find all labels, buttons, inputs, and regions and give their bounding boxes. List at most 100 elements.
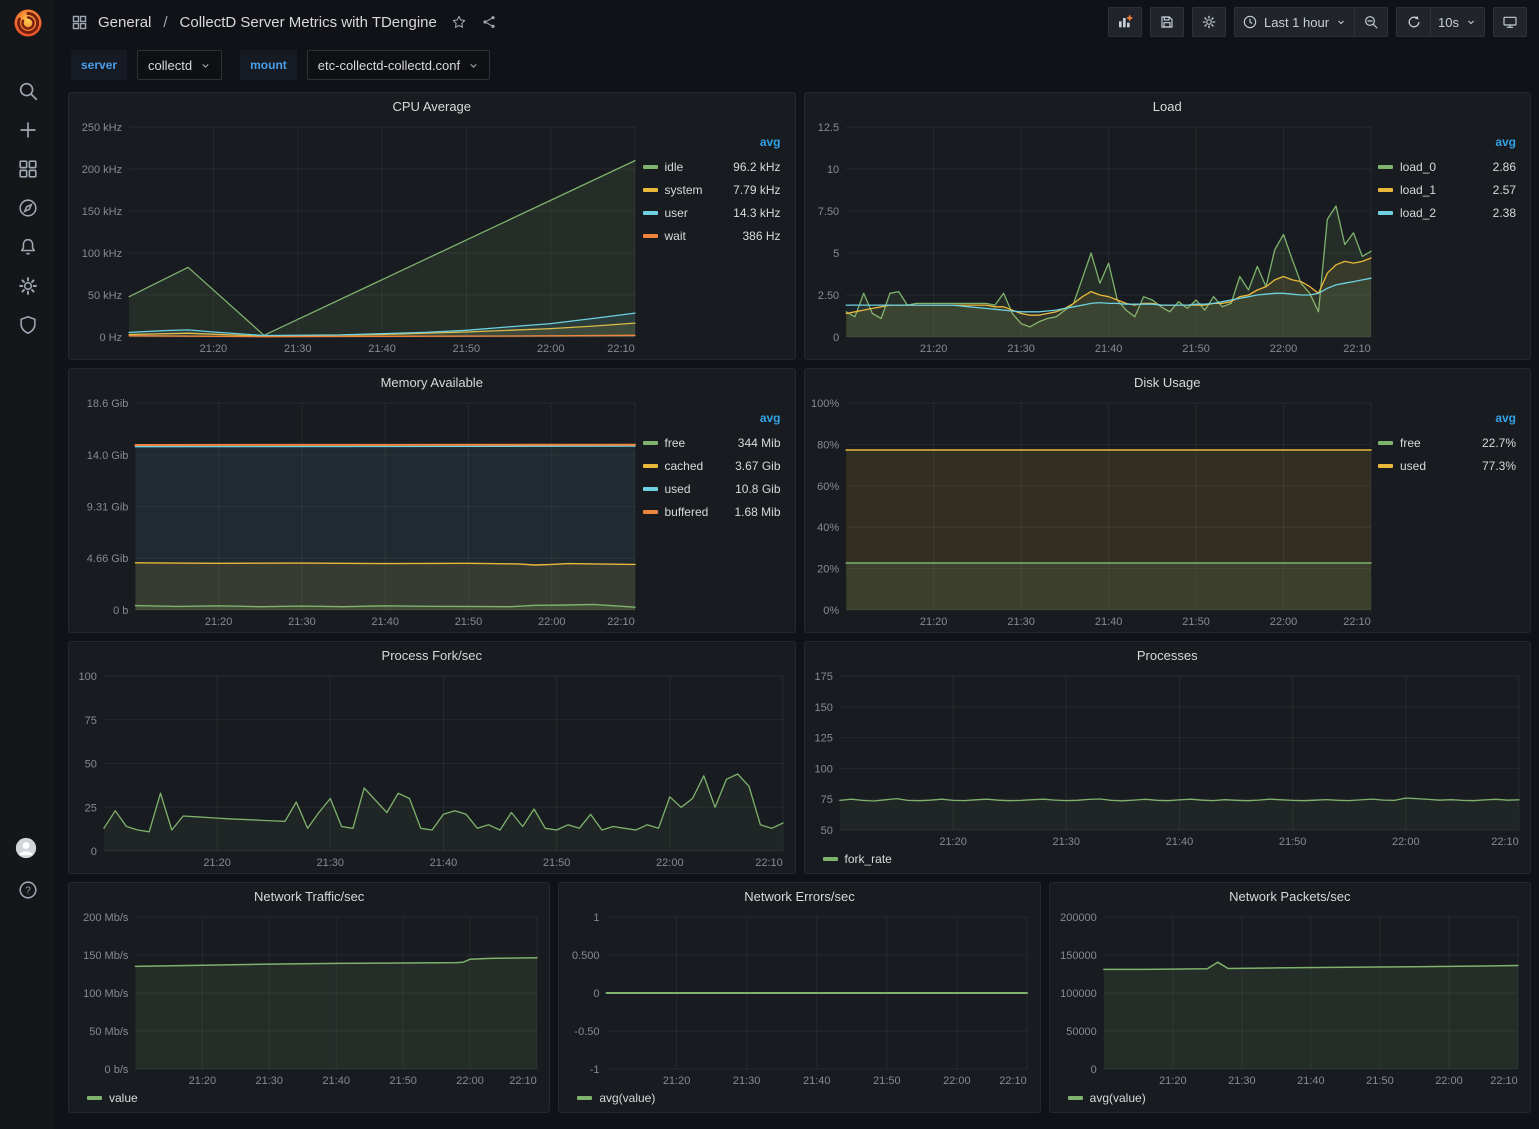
refresh-interval-picker[interactable]: 10s <box>1430 7 1485 37</box>
legend-item[interactable]: free22.7% <box>1378 431 1516 454</box>
panel-legend: avg idle96.2 kHzsystem7.79 kHzuser14.3 kH… <box>643 119 791 357</box>
chart-process-fork[interactable]: 025507510021:2021:3021:4021:5022:0022:10 <box>73 668 791 871</box>
alerting-bell-icon[interactable] <box>17 236 39 258</box>
breadcrumb-folder[interactable]: General <box>98 14 151 31</box>
grafana-logo[interactable] <box>11 6 45 40</box>
legend-series-label: avg(value) <box>599 1091 655 1105</box>
save-dashboard-button[interactable] <box>1150 7 1184 37</box>
chart-svg: 0 b/s50 Mb/s100 Mb/s150 Mb/s200 Mb/s21:2… <box>73 909 545 1089</box>
svg-text:21:50: 21:50 <box>389 1075 417 1087</box>
user-avatar[interactable] <box>15 837 41 863</box>
chart-network-packets[interactable]: 05000010000015000020000021:2021:3021:402… <box>1054 909 1526 1089</box>
svg-text:21:40: 21:40 <box>371 616 399 628</box>
svg-text:50 kHz: 50 kHz <box>88 290 122 302</box>
add-panel-button[interactable] <box>1108 7 1142 37</box>
legend-item[interactable]: load_12.57 <box>1378 178 1516 201</box>
legend-item[interactable]: fork_rate <box>823 852 892 866</box>
svg-text:21:50: 21:50 <box>543 857 571 869</box>
dashboards-icon[interactable] <box>17 158 39 180</box>
mount-variable-value: etc-collectd-collectd.conf <box>318 58 460 73</box>
help-icon[interactable]: ? <box>17 879 39 901</box>
svg-text:21:50: 21:50 <box>455 616 483 628</box>
chart-cpu-average[interactable]: 0 Hz50 kHz100 kHz150 kHz200 kHz250 kHz21… <box>73 119 643 357</box>
chart-processes[interactable]: 507510012515017521:2021:3021:4021:5022:0… <box>809 668 1527 850</box>
legend-item[interactable]: used77.3% <box>1378 454 1516 477</box>
dashboard-title[interactable]: CollectD Server Metrics with TDengine <box>180 14 437 31</box>
legend-item[interactable]: used10.8 Gib <box>643 477 781 500</box>
svg-text:0.500: 0.500 <box>572 950 600 962</box>
zoom-out-time-button[interactable] <box>1354 7 1388 37</box>
mount-variable-picker[interactable]: etc-collectd-collectd.conf <box>307 50 490 80</box>
panel-title[interactable]: Processes <box>805 642 1531 668</box>
server-admin-shield-icon[interactable] <box>17 314 39 336</box>
explore-compass-icon[interactable] <box>17 197 39 219</box>
legend-swatch-icon <box>643 211 658 215</box>
chart-network-errors[interactable]: -1-0.5000.500121:2021:3021:4021:5022:002… <box>563 909 1035 1089</box>
chart-load[interactable]: 02.5057.501012.521:2021:3021:4021:5022:0… <box>809 119 1379 357</box>
legend-avg-header[interactable]: avg <box>1378 411 1516 425</box>
legend-item[interactable]: idle96.2 kHz <box>643 155 781 178</box>
panel-memory-available: Memory Available 0 b4.66 Gib9.31 Gib14.0… <box>68 368 796 633</box>
svg-text:100 Mb/s: 100 Mb/s <box>83 988 129 1000</box>
chart-memory-available[interactable]: 0 b4.66 Gib9.31 Gib14.0 Gib18.6 Gib21:20… <box>73 395 643 630</box>
panel-title[interactable]: CPU Average <box>69 93 795 119</box>
chart-svg: 0%20%40%60%80%100%21:2021:3021:4021:5022… <box>809 395 1379 630</box>
chart-disk-usage[interactable]: 0%20%40%60%80%100%21:2021:3021:4021:5022… <box>809 395 1379 630</box>
panel-processes: Processes 507510012515017521:2021:3021:4… <box>804 641 1532 874</box>
svg-text:50 Mb/s: 50 Mb/s <box>89 1026 129 1038</box>
svg-text:21:30: 21:30 <box>733 1075 761 1087</box>
legend-series-value: 2.38 <box>1493 206 1516 220</box>
cycle-view-mode-button[interactable] <box>1493 7 1527 37</box>
panel-title[interactable]: Process Fork/sec <box>69 642 795 668</box>
legend-series-label: user <box>665 206 688 220</box>
svg-text:21:20: 21:20 <box>663 1075 691 1087</box>
legend-item[interactable]: load_22.38 <box>1378 201 1516 224</box>
dashboard-settings-button[interactable] <box>1192 7 1226 37</box>
panel-title[interactable]: Memory Available <box>69 369 795 395</box>
legend-series-label: cached <box>665 459 704 473</box>
legend-item[interactable]: system7.79 kHz <box>643 178 781 201</box>
svg-text:21:20: 21:20 <box>919 616 947 628</box>
legend-item[interactable]: user14.3 kHz <box>643 201 781 224</box>
panel-title[interactable]: Network Packets/sec <box>1050 883 1530 909</box>
legend-series-label: value <box>109 1091 138 1105</box>
legend-item[interactable]: cached3.67 Gib <box>643 454 781 477</box>
svg-text:150 kHz: 150 kHz <box>82 206 122 218</box>
svg-text:21:30: 21:30 <box>317 857 345 869</box>
share-icon[interactable] <box>481 14 497 30</box>
panel-title[interactable]: Network Errors/sec <box>559 883 1039 909</box>
svg-text:40%: 40% <box>817 522 839 534</box>
panel-process-fork: Process Fork/sec 025507510021:2021:3021:… <box>68 641 796 874</box>
legend-avg-header[interactable]: avg <box>643 411 781 425</box>
svg-text:22:00: 22:00 <box>538 616 566 628</box>
legend-item[interactable]: value <box>87 1091 138 1105</box>
panel-title[interactable]: Disk Usage <box>805 369 1531 395</box>
server-variable-picker[interactable]: collectd <box>137 50 222 80</box>
create-plus-icon[interactable] <box>17 119 39 141</box>
configuration-gear-icon[interactable] <box>17 275 39 297</box>
time-range-label: Last 1 hour <box>1264 15 1329 30</box>
legend-swatch-icon <box>643 510 658 514</box>
panel-title[interactable]: Load <box>805 93 1531 119</box>
server-variable-value: collectd <box>148 58 192 73</box>
legend-avg-header[interactable]: avg <box>1378 135 1516 149</box>
legend-item[interactable]: avg(value) <box>577 1091 655 1105</box>
search-icon[interactable] <box>17 80 39 102</box>
legend-item[interactable]: buffered1.68 Mib <box>643 500 781 523</box>
star-icon[interactable] <box>451 14 467 30</box>
mount-variable: mount <box>240 50 297 80</box>
legend-avg-header[interactable]: avg <box>643 135 781 149</box>
refresh-button[interactable] <box>1396 7 1430 37</box>
legend-item[interactable]: load_02.86 <box>1378 155 1516 178</box>
svg-text:4.66 Gib: 4.66 Gib <box>87 553 129 565</box>
svg-text:75: 75 <box>820 794 832 806</box>
legend-swatch-icon <box>643 464 658 468</box>
chart-svg: 507510012515017521:2021:3021:4021:5022:0… <box>809 668 1527 850</box>
panel-legend: avg free344 Mibcached3.67 Gibused10.8 Gib… <box>643 395 791 630</box>
time-range-picker[interactable]: Last 1 hour <box>1234 7 1354 37</box>
legend-item[interactable]: avg(value) <box>1068 1091 1146 1105</box>
legend-item[interactable]: free344 Mib <box>643 431 781 454</box>
chart-network-traffic[interactable]: 0 b/s50 Mb/s100 Mb/s150 Mb/s200 Mb/s21:2… <box>73 909 545 1089</box>
panel-title[interactable]: Network Traffic/sec <box>69 883 549 909</box>
legend-item[interactable]: wait386 Hz <box>643 224 781 247</box>
